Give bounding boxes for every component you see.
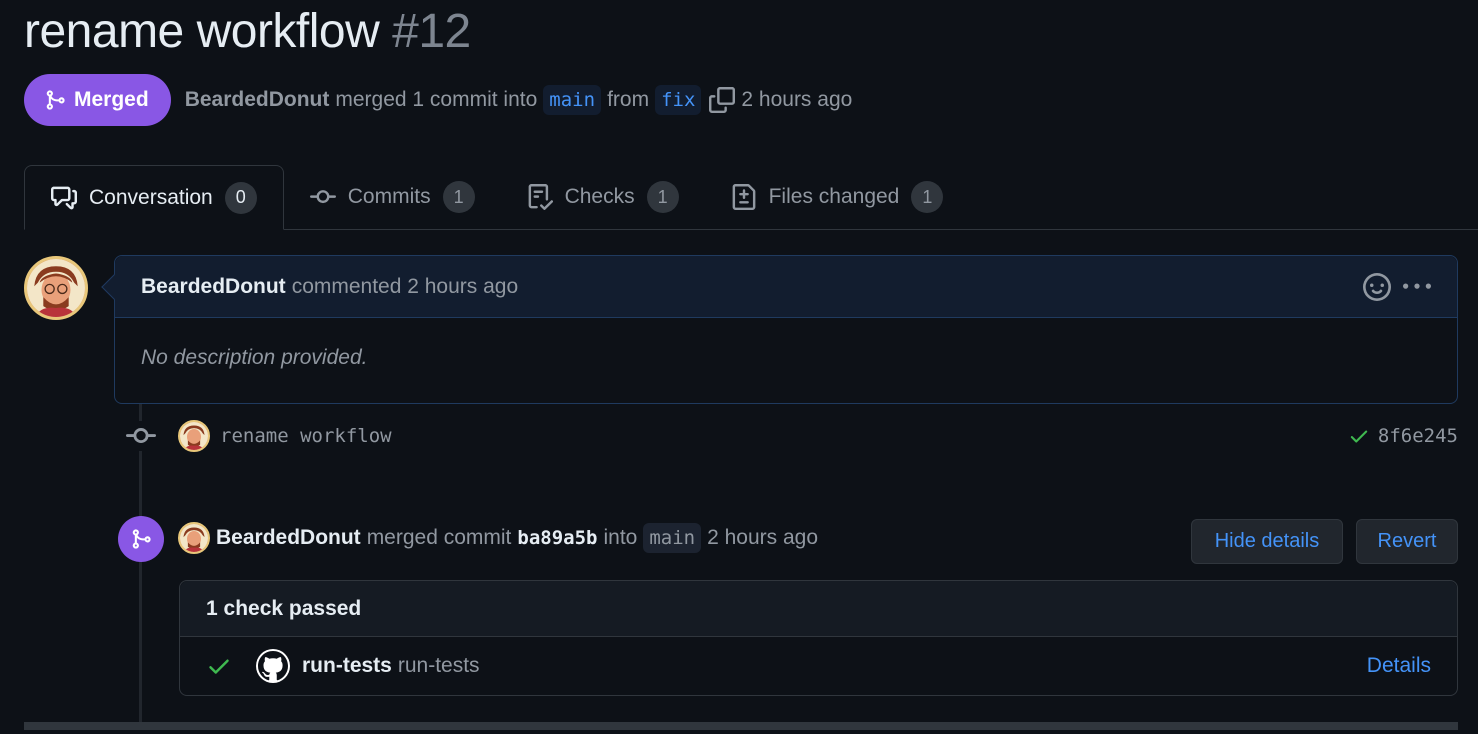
base-branch-link[interactable]: main — [543, 85, 602, 115]
git-commit-icon — [126, 421, 156, 451]
bottom-divider — [24, 722, 1458, 730]
merge-target-branch[interactable]: main — [643, 523, 702, 553]
tab-checks[interactable]: Checks 1 — [501, 165, 705, 229]
merged-commit-text: merged commit — [366, 526, 512, 549]
tab-commits-label: Commits — [347, 185, 431, 208]
merger-author-link[interactable]: BeardedDonut — [216, 526, 361, 550]
tab-conversation[interactable]: Conversation 0 — [24, 165, 284, 230]
comment-body: No description provided. — [141, 346, 368, 369]
merged-status-label: Merged — [74, 88, 149, 111]
commit-message-link[interactable]: rename workflow — [220, 425, 392, 447]
checks-summary: 1 check passed — [180, 581, 1457, 637]
copy-icon[interactable] — [709, 87, 736, 113]
pr-tabs: Conversation 0 Commits 1 Checks 1 Files … — [24, 165, 1478, 230]
merge-event-text: BeardedDonut merged commit ba89a5b into … — [178, 518, 818, 558]
comment-timestamp: commented 2 hours ago — [291, 274, 519, 298]
merger-avatar[interactable] — [178, 522, 210, 554]
comment-header: BeardedDonut commented 2 hours ago — [101, 256, 1457, 318]
file-diff-icon — [732, 184, 755, 210]
author-avatar[interactable] — [24, 256, 88, 320]
check-icon — [209, 659, 229, 674]
tab-files-changed[interactable]: Files changed 1 — [705, 165, 970, 229]
git-commit-icon — [309, 190, 336, 204]
comment-actions — [1363, 272, 1431, 301]
merge-summary-text: merged 1 commit into — [335, 88, 538, 111]
pr-merge-time: 2 hours ago — [741, 88, 853, 111]
check-name: run-tests — [302, 654, 392, 677]
tab-commits-count: 1 — [442, 181, 475, 213]
pr-state-row: Merged BeardedDonut merged 1 commit into… — [24, 74, 852, 126]
check-icon[interactable] — [1348, 425, 1370, 447]
comment-author-link[interactable]: BeardedDonut — [141, 275, 286, 299]
merged-status-badge: Merged — [24, 74, 171, 126]
comment-pointer — [101, 274, 127, 300]
commit-sha-group: 8f6e245 — [1348, 425, 1458, 447]
pr-number: #12 — [392, 5, 471, 58]
tab-conversation-label: Conversation — [89, 185, 213, 209]
comment-box: BeardedDonut commented 2 hours ago No de… — [101, 255, 1458, 404]
tab-checks-count: 1 — [646, 181, 679, 213]
git-merge-icon — [46, 90, 65, 110]
check-details-link[interactable]: Details — [1367, 654, 1431, 678]
from-text: from — [607, 88, 650, 111]
commit-sha-link[interactable]: 8f6e245 — [1378, 425, 1458, 447]
github-logo-icon — [256, 649, 290, 683]
merge-event-time: 2 hours ago — [707, 526, 819, 549]
merge-commit-sha-link[interactable]: ba89a5b — [517, 527, 597, 549]
tab-files-changed-label: Files changed — [768, 185, 900, 208]
kebab-horizontal-icon[interactable] — [1403, 273, 1431, 301]
check-item: run-tests run-tests Details — [180, 637, 1457, 695]
commit-author-avatar[interactable] — [178, 420, 210, 452]
tab-conversation-count: 0 — [224, 181, 257, 214]
pr-title: rename workflow #12 — [24, 4, 471, 60]
pr-author-link[interactable]: BeardedDonut — [185, 88, 330, 112]
tab-checks-label: Checks — [564, 185, 635, 208]
smiley-icon[interactable] — [1363, 272, 1391, 301]
hide-details-button[interactable]: Hide details — [1191, 519, 1343, 564]
pr-title-text: rename workflow — [24, 5, 380, 58]
checklist-icon — [528, 184, 553, 210]
git-merge-icon — [132, 529, 151, 549]
merge-event-badge — [118, 516, 164, 562]
comment-discussion-icon — [51, 186, 77, 209]
into-text: into — [603, 526, 638, 549]
tab-commits[interactable]: Commits 1 — [284, 165, 501, 229]
head-branch-link[interactable]: fix — [655, 85, 702, 115]
check-description: run-tests — [397, 654, 480, 677]
commit-row: rename workflow 8f6e245 — [126, 416, 1458, 456]
revert-button[interactable]: Revert — [1356, 519, 1458, 564]
checks-box: 1 check passed run-tests run-tests Detai… — [179, 580, 1458, 696]
tab-files-changed-count: 1 — [911, 181, 944, 213]
